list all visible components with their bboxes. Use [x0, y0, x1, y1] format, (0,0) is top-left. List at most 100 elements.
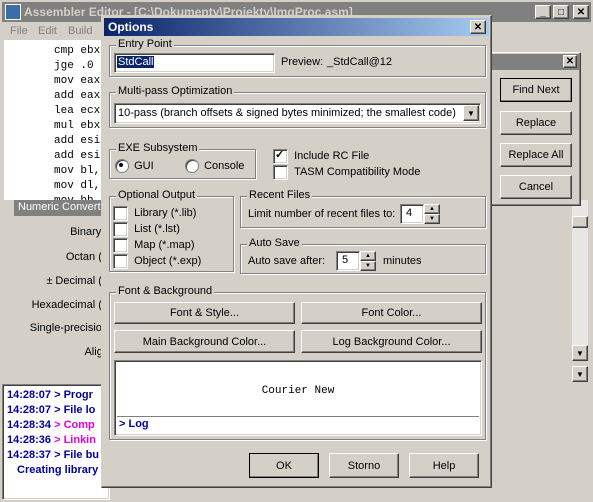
- log-line: Creating library: [17, 464, 99, 476]
- help-label: Help: [432, 459, 456, 472]
- log-line: 14:28:07 > File lo: [7, 403, 99, 418]
- menu-edit[interactable]: Edit: [38, 25, 57, 37]
- log-line: 14:28:37 > File bu: [7, 448, 99, 463]
- recent-files-down[interactable]: ▼: [424, 214, 440, 224]
- hexadecimal-label: Hexadecimal (1: [31, 299, 108, 311]
- log-message: > File lo: [54, 404, 96, 416]
- entry-point-label: Entry Point: [116, 38, 174, 50]
- recent-files-value: 4: [406, 207, 413, 219]
- menu-file[interactable]: File: [10, 25, 28, 37]
- object-label: Object (*.exp): [134, 255, 202, 268]
- library-check[interactable]: [113, 206, 128, 221]
- main-bg-color-label: Main Background Color...: [142, 335, 267, 348]
- replace-all-button[interactable]: Replace All: [500, 143, 572, 167]
- exe-subsystem-label: EXE Subsystem: [116, 142, 200, 154]
- list-check[interactable]: [113, 222, 128, 237]
- map-check[interactable]: [113, 238, 128, 253]
- library-label: Library (*.lib): [134, 207, 197, 220]
- log-line: 14:28:36 > Linkin: [7, 433, 99, 448]
- log-time: 14:28:07: [7, 389, 55, 401]
- scroll-thumb[interactable]: [572, 216, 588, 228]
- recent-files-up[interactable]: ▲: [424, 204, 440, 214]
- editor-scrollbar[interactable]: ▼: [572, 200, 588, 361]
- auto-save-up[interactable]: ▲: [360, 251, 376, 261]
- tasm-compat-check[interactable]: [273, 165, 288, 180]
- tasm-compat-checkbox[interactable]: TASM Compatibility Mode: [273, 165, 420, 180]
- multipass-label: Multi-pass Optimization: [116, 85, 235, 97]
- replace-button[interactable]: Replace: [500, 111, 572, 135]
- font-style-button[interactable]: Font & Style...: [114, 302, 295, 324]
- auto-save-label: Auto Save: [247, 237, 302, 249]
- log-scroll-down[interactable]: ▼: [572, 366, 588, 382]
- log-lines: 14:28:07 > Progr 14:28:07 > File lo 14:28:…: [7, 388, 99, 478]
- map-checkbox[interactable]: Map (*.map): [113, 238, 195, 253]
- options-close-button[interactable]: ✕: [470, 20, 486, 34]
- options-title-bar[interactable]: Options ✕: [104, 18, 489, 36]
- list-checkbox[interactable]: List (*.lst): [113, 222, 180, 237]
- numeric-converter-title: Numeric Converte: [18, 201, 107, 213]
- close-button[interactable]: ✕: [573, 5, 589, 19]
- code-line: mul ebx: [54, 120, 101, 132]
- replace-all-label: Replace All: [508, 149, 564, 161]
- auto-save-group: Auto Save Auto save after: 5 ▲ ▼ minutes: [240, 237, 486, 274]
- entry-point-input[interactable]: StdCall: [114, 53, 275, 73]
- log-preview-text: > Log: [119, 418, 149, 430]
- minimize-button[interactable]: _: [535, 5, 551, 19]
- console-radio-label: Console: [204, 159, 245, 172]
- scroll-down-button[interactable]: ▼: [572, 345, 588, 361]
- recent-files-group: Recent Files Limit number of recent file…: [240, 189, 486, 228]
- find-dialog-title-bar[interactable]: ✕: [491, 54, 579, 70]
- numeric-converter-title-bar[interactable]: Numeric Converte: [14, 200, 107, 216]
- storno-label: Storno: [347, 459, 381, 472]
- tasm-compat-label: TASM Compatibility Mode: [294, 166, 421, 179]
- log-time: 14:28:37: [7, 449, 55, 461]
- library-checkbox[interactable]: Library (*.lib): [113, 206, 196, 221]
- include-rc-check[interactable]: ✓: [273, 149, 288, 164]
- object-checkbox[interactable]: Object (*.exp): [113, 254, 201, 269]
- font-color-label: Font Color...: [361, 307, 422, 319]
- log-time: 14:28:07: [7, 404, 55, 416]
- find-cancel-button[interactable]: Cancel: [500, 175, 572, 199]
- code-line: cmp ebx: [54, 45, 101, 57]
- gui-radio[interactable]: GUI: [115, 159, 154, 173]
- entry-point-value: StdCall: [117, 56, 155, 68]
- log-line: 14:28:34 > Comp: [7, 418, 99, 433]
- font-background-group: Font & Background Font & Style... Font C…: [109, 285, 486, 440]
- ok-label: OK: [276, 459, 292, 472]
- auto-save-input[interactable]: 5: [336, 251, 360, 271]
- find-close-button[interactable]: ✕: [563, 55, 577, 68]
- menu-build[interactable]: Build: [68, 25, 92, 37]
- gui-radio-indicator[interactable]: [115, 159, 129, 173]
- log-bg-color-button[interactable]: Log Background Color...: [301, 330, 482, 353]
- code-line: add eax: [54, 90, 101, 102]
- multipass-select[interactable]: 10-pass (branch offsets & signed bytes m…: [114, 103, 481, 124]
- storno-button[interactable]: Storno: [329, 453, 399, 478]
- multipass-dropdown-button[interactable]: ▼: [463, 105, 479, 121]
- log-line: 14:28:07 > Progr: [7, 388, 99, 403]
- log-preview: > Log: [117, 416, 479, 433]
- help-button[interactable]: Help: [409, 453, 479, 478]
- auto-save-down[interactable]: ▼: [360, 261, 376, 271]
- font-color-button[interactable]: Font Color...: [301, 302, 482, 324]
- exe-subsystem-group: EXE Subsystem GUI Console: [109, 142, 256, 179]
- log-message: > Progr: [54, 389, 93, 401]
- checkmark-icon: ✓: [275, 149, 285, 161]
- main-bg-color-button[interactable]: Main Background Color...: [114, 330, 295, 353]
- code-line: add esi: [54, 135, 101, 147]
- list-label: List (*.lst): [134, 223, 180, 236]
- preview-value: _StdCall@12: [327, 56, 392, 68]
- log-panel[interactable]: 14:28:07 > Progr 14:28:07 > File lo 14:28:…: [2, 384, 110, 500]
- include-rc-checkbox[interactable]: ✓ Include RC File: [273, 149, 369, 164]
- code-editor[interactable]: cmp ebx jge .0 mov eax add eax lea ecx mul eb…: [4, 40, 112, 200]
- recent-files-input[interactable]: 4: [400, 204, 424, 224]
- gui-radio-label: GUI: [134, 159, 154, 172]
- console-radio-indicator[interactable]: [185, 159, 199, 173]
- console-radio[interactable]: Console: [185, 159, 244, 173]
- replace-label: Replace: [515, 117, 557, 129]
- ok-button[interactable]: OK: [249, 453, 319, 478]
- font-style-label: Font & Style...: [169, 307, 240, 319]
- code-line: jge .0: [54, 60, 94, 72]
- object-check[interactable]: [113, 254, 128, 269]
- maximize-button[interactable]: □: [553, 5, 569, 19]
- find-next-button[interactable]: Find Next: [500, 78, 572, 102]
